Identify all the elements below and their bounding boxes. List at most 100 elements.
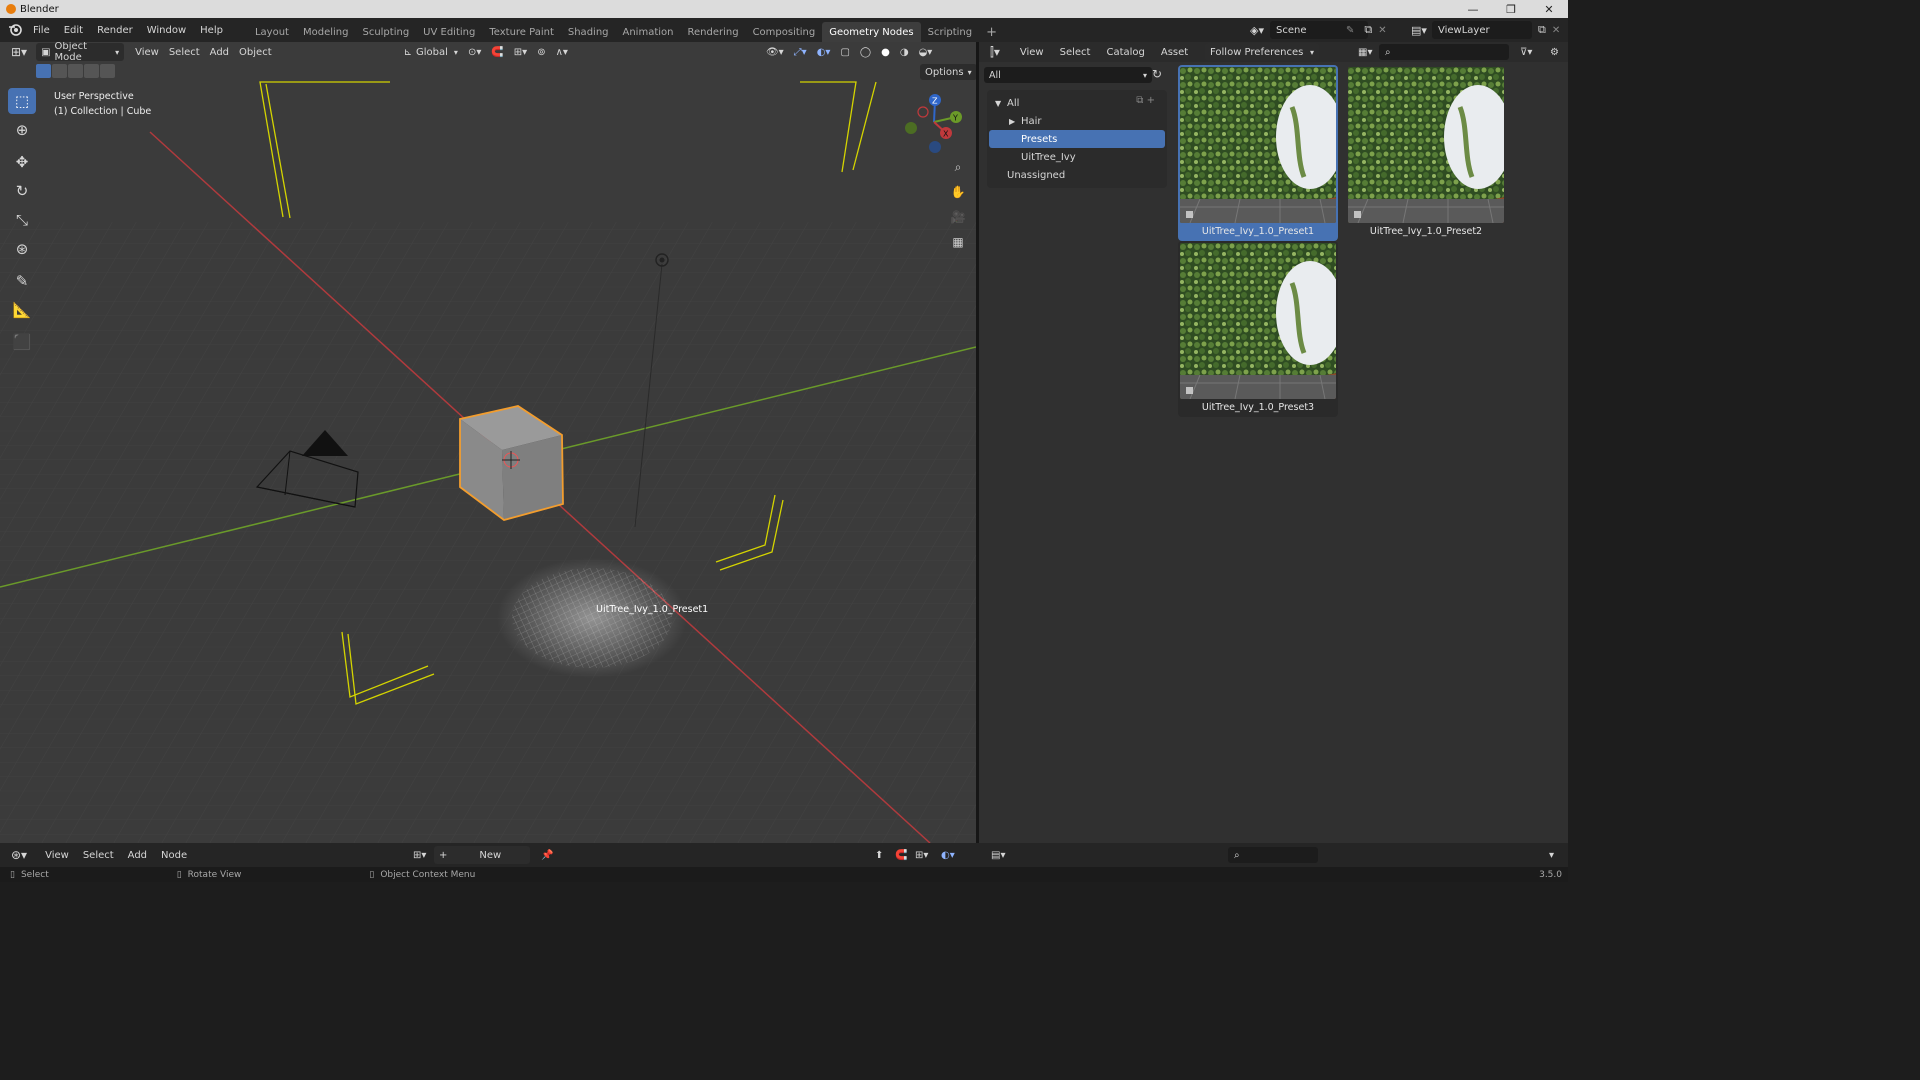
snap-icon[interactable]: 🧲 (486, 43, 508, 61)
view-layer-field[interactable]: ViewLayer (1432, 21, 1532, 39)
snap-target-icon[interactable]: ⊞▾ (509, 43, 532, 61)
annotate-tool-icon[interactable]: ✎ (8, 268, 36, 294)
navigation-gizmo[interactable]: Z Y X (898, 90, 968, 160)
asset-menu-select[interactable]: Select (1055, 43, 1096, 61)
asset-search-input[interactable]: ⌕ (1379, 44, 1509, 60)
asset-menu-asset[interactable]: Asset (1156, 43, 1193, 61)
node-editor-type-icon[interactable]: ⊛▾ (6, 846, 32, 864)
menu-help[interactable]: Help (193, 18, 230, 42)
tab-scripting[interactable]: Scripting (921, 22, 979, 42)
parent-node-tree-icon[interactable]: ⬆ (870, 846, 888, 864)
select-invert-icon[interactable] (84, 64, 99, 78)
new-view-layer-icon[interactable]: ⧉ (1538, 23, 1546, 37)
transform-tool-icon[interactable]: ⊛ (8, 236, 36, 262)
select-box-tool-icon[interactable]: ⬚ (8, 88, 36, 114)
cursor-tool-icon[interactable]: ⊕ (8, 117, 36, 143)
chevron-down-icon[interactable]: ▾ (1544, 846, 1559, 864)
maximize-button[interactable]: ❐ (1492, 0, 1530, 18)
pan-hand-icon[interactable]: ✋ (947, 181, 969, 203)
catalog-item-uittree-ivy[interactable]: UitTree_Ivy (989, 148, 1165, 166)
display-mode-icon[interactable]: ▦▾ (1353, 43, 1377, 61)
perspective-toggle-icon[interactable]: ▦ (947, 231, 969, 253)
tab-texture-paint[interactable]: Texture Paint (482, 22, 561, 42)
delete-scene-icon[interactable]: ✕ (1378, 25, 1386, 36)
tab-layout[interactable]: Layout (248, 22, 296, 42)
refresh-icon[interactable]: ↻ (1152, 67, 1162, 81)
node-overlays-icon[interactable]: ◐▾ (936, 846, 960, 864)
shading-wireframe-icon[interactable]: ◯ (855, 43, 876, 61)
tab-geometry-nodes[interactable]: Geometry Nodes (822, 22, 921, 42)
new-catalog-icon[interactable]: ⧉ + (1136, 95, 1155, 106)
tab-modeling[interactable]: Modeling (296, 22, 356, 42)
proportional-edit-icon[interactable]: ⊚ (532, 43, 550, 61)
tab-compositing[interactable]: Compositing (746, 22, 823, 42)
xray-icon[interactable]: ▢ (835, 43, 854, 61)
pin-node-tree-icon[interactable]: 📌 (536, 846, 558, 864)
node-snap-target-icon[interactable]: ⊞▾ (910, 846, 933, 864)
object-mode-dropdown[interactable]: ▣ Object Mode ▾ (36, 42, 125, 63)
menu-render[interactable]: Render (90, 18, 140, 42)
rotate-tool-icon[interactable]: ↻ (8, 178, 36, 204)
tab-rendering[interactable]: Rendering (680, 22, 745, 42)
expand-down-icon[interactable]: ▼ (995, 99, 1007, 108)
transform-orientation-dropdown[interactable]: ⊾ Global ▾ (399, 43, 463, 61)
viewport-menu-add[interactable]: Add (205, 43, 234, 61)
add-cube-tool-icon[interactable]: ⬛ (8, 329, 36, 355)
asset-menu-catalog[interactable]: Catalog (1101, 43, 1149, 61)
catalog-item-presets[interactable]: Presets (989, 130, 1165, 148)
minimize-button[interactable]: — (1454, 0, 1492, 18)
select-extend-icon[interactable] (52, 64, 67, 78)
node-menu-select[interactable]: Select (78, 846, 119, 864)
tab-sculpting[interactable]: Sculpting (355, 22, 416, 42)
shading-material-icon[interactable]: ◑ (895, 43, 914, 61)
menu-window[interactable]: Window (140, 18, 193, 42)
visibility-icon[interactable]: 👁▾ (761, 43, 789, 61)
asset-editor-type-icon[interactable]: ⫿▾ (985, 43, 1005, 61)
file-search-input[interactable]: ⌕ (1228, 847, 1318, 863)
scale-tool-icon[interactable]: ⤡ (8, 207, 36, 233)
shading-rendered-icon[interactable]: ◒▾ (914, 43, 938, 61)
tab-animation[interactable]: Animation (616, 22, 681, 42)
node-menu-add[interactable]: Add (123, 846, 152, 864)
select-new-icon[interactable] (36, 64, 51, 78)
catalog-item-unassigned[interactable]: Unassigned (989, 166, 1165, 184)
blender-menu-icon[interactable] (4, 18, 26, 42)
view-layer-icon[interactable]: ▤▾ (1406, 21, 1432, 39)
viewport-menu-object[interactable]: Object (234, 43, 277, 61)
delete-view-layer-icon[interactable]: ✕ (1552, 25, 1560, 36)
node-menu-node[interactable]: Node (156, 846, 192, 864)
file-browser-editor-type-icon[interactable]: ▤▾ (986, 846, 1010, 864)
viewport-menu-view[interactable]: View (130, 43, 164, 61)
measure-tool-icon[interactable]: 📐 (8, 297, 36, 323)
pin-icon[interactable]: ✎ (1346, 25, 1354, 36)
expand-right-icon[interactable]: ▶ (1009, 117, 1021, 126)
tab-uv-editing[interactable]: UV Editing (416, 22, 482, 42)
overlays-icon[interactable]: ◐▾ (812, 43, 836, 61)
close-button[interactable]: ✕ (1530, 0, 1568, 18)
menu-file[interactable]: File (26, 18, 57, 42)
asset-library-dropdown[interactable]: Follow Preferences ▾ (1205, 43, 1319, 61)
node-menu-view[interactable]: View (40, 846, 74, 864)
asset-type-filter-dropdown[interactable]: All ▾ (984, 67, 1152, 83)
viewport-menu-select[interactable]: Select (164, 43, 205, 61)
viewport-scene[interactable]: UitTree_Ivy_1.0_Preset1 (0, 42, 976, 843)
gizmo-toggle-icon[interactable]: ⤢▾ (789, 43, 812, 61)
3d-viewport[interactable]: UitTree_Ivy_1.0_Preset1 ⊞▾ ▣ Object Mode… (0, 42, 976, 843)
new-scene-icon[interactable]: ⧉ (1364, 23, 1372, 37)
pivot-point-icon[interactable]: ⊙▾ (463, 43, 486, 61)
asset-item[interactable]: UitTree_Ivy_1.0_Preset3 (1178, 241, 1338, 417)
zoom-icon[interactable]: ⌕ (947, 156, 969, 178)
preferences-gear-icon[interactable]: ⚙ (1545, 43, 1564, 61)
shading-solid-icon[interactable]: ● (876, 43, 895, 61)
falloff-icon[interactable]: ∧▾ (551, 43, 573, 61)
options-dropdown[interactable]: Options ▾ (920, 64, 976, 80)
catalog-item-hair[interactable]: ▶ Hair (989, 112, 1165, 130)
select-subtract-icon[interactable] (68, 64, 83, 78)
asset-item[interactable]: UitTree_Ivy_1.0_Preset2 (1346, 65, 1506, 241)
asset-item[interactable]: UitTree_Ivy_1.0_Preset1 (1178, 65, 1338, 241)
node-tree-type-icon[interactable]: ⊞▾ (408, 846, 431, 864)
add-workspace-icon[interactable]: + (979, 22, 1004, 42)
menu-edit[interactable]: Edit (57, 18, 90, 42)
tab-shading[interactable]: Shading (561, 22, 616, 42)
camera-view-icon[interactable]: 🎥 (947, 206, 969, 228)
